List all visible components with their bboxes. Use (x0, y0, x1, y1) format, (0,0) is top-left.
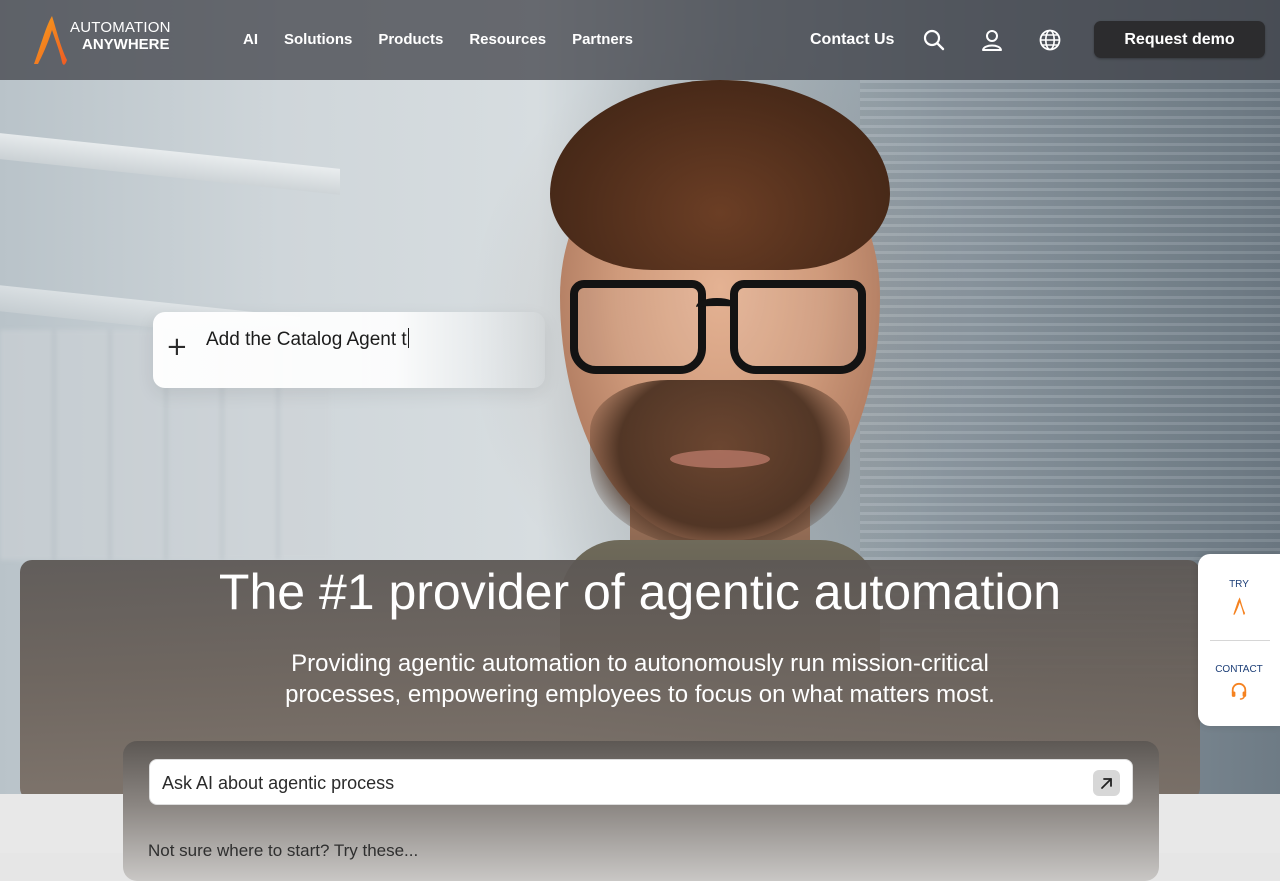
ask-ai-input[interactable]: Ask AI about agentic process (149, 759, 1133, 805)
nav-partners[interactable]: Partners (572, 31, 633, 48)
nav-products[interactable]: Products (378, 31, 443, 48)
nav-resources[interactable]: Resources (469, 31, 546, 48)
logo-text-top: AUTOMATION (70, 19, 171, 36)
contact-button[interactable]: CONTACT (1198, 642, 1280, 726)
hero-subtitle-line: Providing agentic automation to autonomo… (291, 650, 989, 677)
prompt-text: Add the Catalog Agent t (206, 328, 410, 351)
floating-prompt-box: + Add the Catalog Agent t (153, 312, 545, 388)
contact-label: CONTACT (1215, 664, 1263, 675)
main-nav: AI Solutions Products Resources Partners (243, 31, 633, 48)
request-demo-button[interactable]: Request demo (1094, 21, 1265, 58)
search-icon[interactable] (922, 28, 946, 52)
hero-title: The #1 provider of agentic automation (218, 564, 1062, 620)
ask-ai-input-text: Ask AI about agentic process (162, 773, 395, 793)
side-widget: TRY CONTACT (1198, 554, 1280, 726)
arrow-up-right-icon (1101, 778, 1112, 789)
globe-icon[interactable] (1038, 28, 1062, 52)
brand-logo[interactable]: AUTOMATION ANYWHERE (30, 12, 180, 68)
ask-ai-card: Ask AI about agentic process Not sure wh… (123, 741, 1159, 881)
top-navbar: AUTOMATION ANYWHERE AI Solutions Product… (0, 0, 1280, 80)
text-caret (407, 328, 410, 348)
logo-a-icon (34, 16, 67, 65)
hero-subtitle: Providing agentic automation to autonomo… (210, 648, 1070, 710)
logo-text-bottom: ANYWHERE (82, 36, 170, 53)
shelf (0, 131, 340, 195)
nav-ai[interactable]: AI (243, 31, 258, 48)
try-label: TRY (1229, 579, 1249, 590)
helper-text: Not sure where to start? Try these... (148, 841, 419, 860)
plus-icon: + (166, 332, 188, 362)
divider (1210, 640, 1270, 641)
hero-person-image (520, 80, 920, 660)
hero-subtitle-line: processes, empowering employees to focus… (285, 681, 995, 708)
logo-a-icon (1233, 597, 1246, 615)
glasses (560, 280, 880, 374)
try-button[interactable]: TRY (1198, 554, 1280, 640)
user-icon[interactable] (980, 28, 1004, 52)
nav-solutions[interactable]: Solutions (284, 31, 352, 48)
submit-arrow-button[interactable] (1093, 770, 1120, 796)
contact-us-link[interactable]: Contact Us (810, 31, 894, 49)
headset-icon (1231, 682, 1247, 700)
